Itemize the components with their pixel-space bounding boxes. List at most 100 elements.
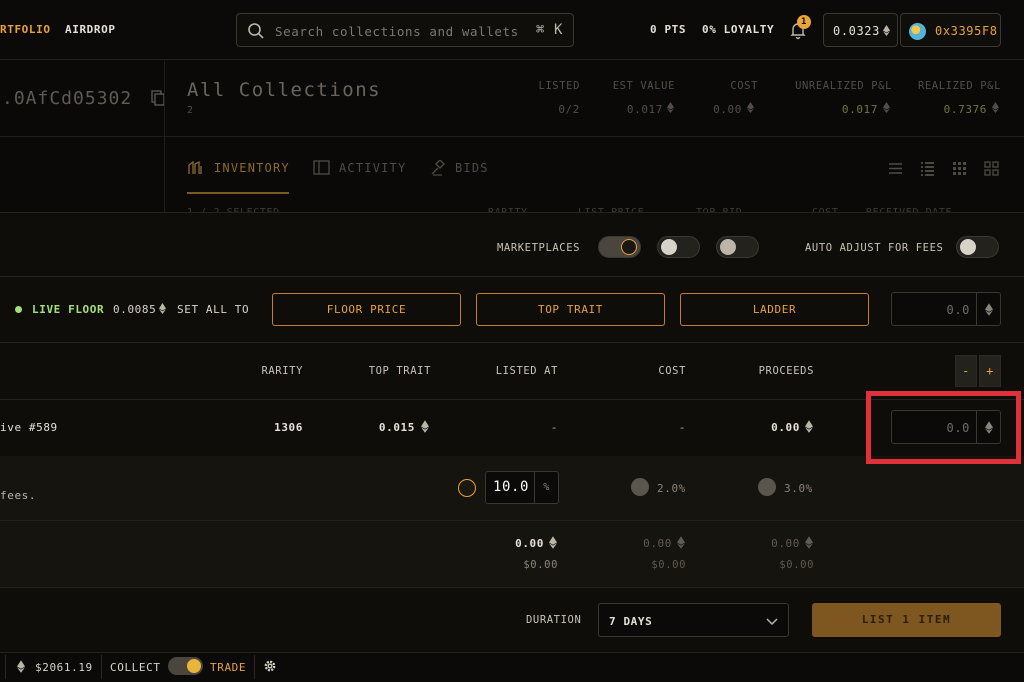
marketplaces-label: MARKETPLACES — [497, 242, 581, 254]
marketplace-toggle-opensea[interactable] — [657, 236, 700, 258]
chevron-down-icon — [766, 618, 778, 626]
item-cost: - — [678, 421, 686, 434]
collect-label: COLLECT — [110, 661, 161, 674]
row-divider — [0, 276, 1024, 277]
duration-label: DURATION — [526, 614, 582, 626]
eth-icon — [883, 102, 890, 113]
magic-eden-icon — [621, 239, 637, 255]
search-input[interactable]: Search collections and wallets ⌘ K — [236, 13, 574, 47]
bottom-divider — [101, 655, 102, 679]
eth-icon — [805, 420, 813, 433]
stat-label-cost: COST — [730, 80, 758, 92]
gear-icon[interactable] — [263, 659, 277, 673]
bottom-divider — [5, 655, 6, 679]
ladder-button[interactable]: LADDER — [680, 293, 869, 326]
list-view-icon[interactable] — [888, 161, 903, 176]
eth-balance-value: 0.0323 — [833, 24, 880, 38]
item-proceeds: 0.00 — [771, 421, 800, 434]
small-grid-icon[interactable] — [952, 161, 967, 176]
eth-icon — [805, 536, 813, 549]
eth-icon — [882, 25, 890, 36]
eth-balance[interactable]: 0.0323 — [823, 13, 898, 47]
compact-list-icon[interactable] — [920, 161, 935, 176]
nav-portfolio[interactable]: RTFOLIO — [0, 23, 51, 36]
total-usd-blur: $0.00 — [779, 559, 814, 571]
live-indicator-dot — [15, 306, 22, 313]
blur-icon — [758, 478, 776, 496]
set-all-price-input[interactable]: 0.0 — [891, 292, 1001, 326]
decrement-button[interactable]: - — [955, 355, 977, 387]
live-floor-label: LIVE FLOOR — [32, 303, 105, 316]
item-listed-at: - — [550, 421, 558, 434]
panel-top-border — [0, 212, 1024, 213]
column-cost[interactable]: COST — [620, 365, 686, 377]
inventory-icon — [188, 160, 202, 174]
stat-label-realized: REALIZED P&L — [917, 80, 1001, 92]
eth-icon — [17, 660, 25, 673]
row-divider — [0, 520, 1024, 521]
eth-icon — [677, 536, 685, 549]
row-divider — [0, 587, 1024, 588]
tab-activity[interactable]: ACTIVITY — [339, 161, 406, 175]
stat-value-listed: 0/2 — [558, 103, 580, 116]
toggle-knob — [187, 659, 201, 673]
eth-icon — [976, 293, 1000, 325]
header-separator — [0, 136, 1024, 137]
column-top-trait[interactable]: TOP TRAIT — [345, 365, 431, 377]
blur-fee: 3.0% — [784, 482, 813, 495]
eth-icon — [159, 303, 167, 314]
item-name: ive #589 — [0, 421, 58, 434]
live-floor-value: 0.0085 — [113, 303, 167, 316]
royalty-unit: % — [534, 472, 558, 503]
points-counter[interactable]: 0 PTS — [650, 23, 686, 36]
eth-icon — [549, 536, 557, 549]
tab-active-underline — [187, 192, 289, 194]
column-proceeds[interactable]: PROCEEDS — [730, 365, 814, 377]
list-items-button[interactable]: LIST 1 ITEM — [812, 603, 1001, 637]
collection-count: 2 — [187, 105, 194, 116]
header-divider — [164, 61, 165, 213]
tab-bids[interactable]: BIDS — [455, 161, 489, 175]
duration-value: 7 DAYS — [609, 615, 653, 628]
duration-select[interactable]: 7 DAYS — [598, 603, 789, 637]
tab-inventory[interactable]: INVENTORY — [214, 161, 290, 175]
collection-title: All Collections — [187, 79, 382, 101]
search-icon — [248, 23, 264, 39]
marketplace-toggle-magic-eden[interactable] — [598, 236, 641, 258]
trade-label: TRADE — [210, 661, 247, 674]
highlight-box — [866, 391, 1021, 464]
wallet-address: 0x3395F8 — [935, 24, 998, 38]
notification-badge: 1 — [797, 15, 811, 29]
magic-eden-icon — [458, 479, 476, 497]
column-rarity[interactable]: RARITY — [233, 365, 303, 377]
auto-adjust-label: AUTO ADJUST FOR FEES — [805, 242, 944, 254]
item-top-trait: 0.015 — [378, 421, 415, 434]
copy-icon[interactable] — [151, 90, 165, 106]
total-usd-magic-eden: $0.00 — [523, 559, 558, 571]
collect-trade-toggle[interactable] — [168, 657, 203, 675]
large-grid-icon[interactable] — [984, 161, 999, 176]
eth-icon — [992, 102, 999, 113]
marketplace-toggle-blur[interactable] — [716, 236, 759, 258]
blur-icon — [720, 239, 736, 255]
stat-value-realized: 0.7376 — [943, 103, 987, 116]
stat-value-cost: 0.00 — [713, 103, 742, 116]
fees-note: fees. — [0, 489, 37, 502]
total-eth-magic-eden: 0.00 — [515, 537, 544, 550]
wallet-button[interactable]: 0x3395F8 — [900, 13, 1001, 47]
nav-airdrop[interactable]: AIRDROP — [65, 23, 116, 36]
item-rarity: 1306 — [274, 421, 303, 434]
activity-icon — [313, 160, 330, 175]
column-listed-at[interactable]: LISTED AT — [470, 365, 558, 377]
live-floor-amount: 0.0085 — [113, 303, 157, 316]
royalty-input[interactable]: 10.0 % — [485, 471, 559, 504]
auto-adjust-toggle[interactable] — [956, 236, 999, 258]
profile-address: .0AfCd05302 — [2, 88, 133, 109]
top-trait-button[interactable]: TOP TRAIT — [476, 293, 665, 326]
eth-icon — [421, 420, 429, 433]
loyalty-counter[interactable]: 0% LOYALTY — [702, 23, 774, 36]
floor-price-button[interactable]: FLOOR PRICE — [272, 293, 461, 326]
avatar — [909, 23, 926, 40]
increment-button[interactable]: + — [979, 355, 1001, 387]
opensea-icon — [661, 239, 677, 255]
